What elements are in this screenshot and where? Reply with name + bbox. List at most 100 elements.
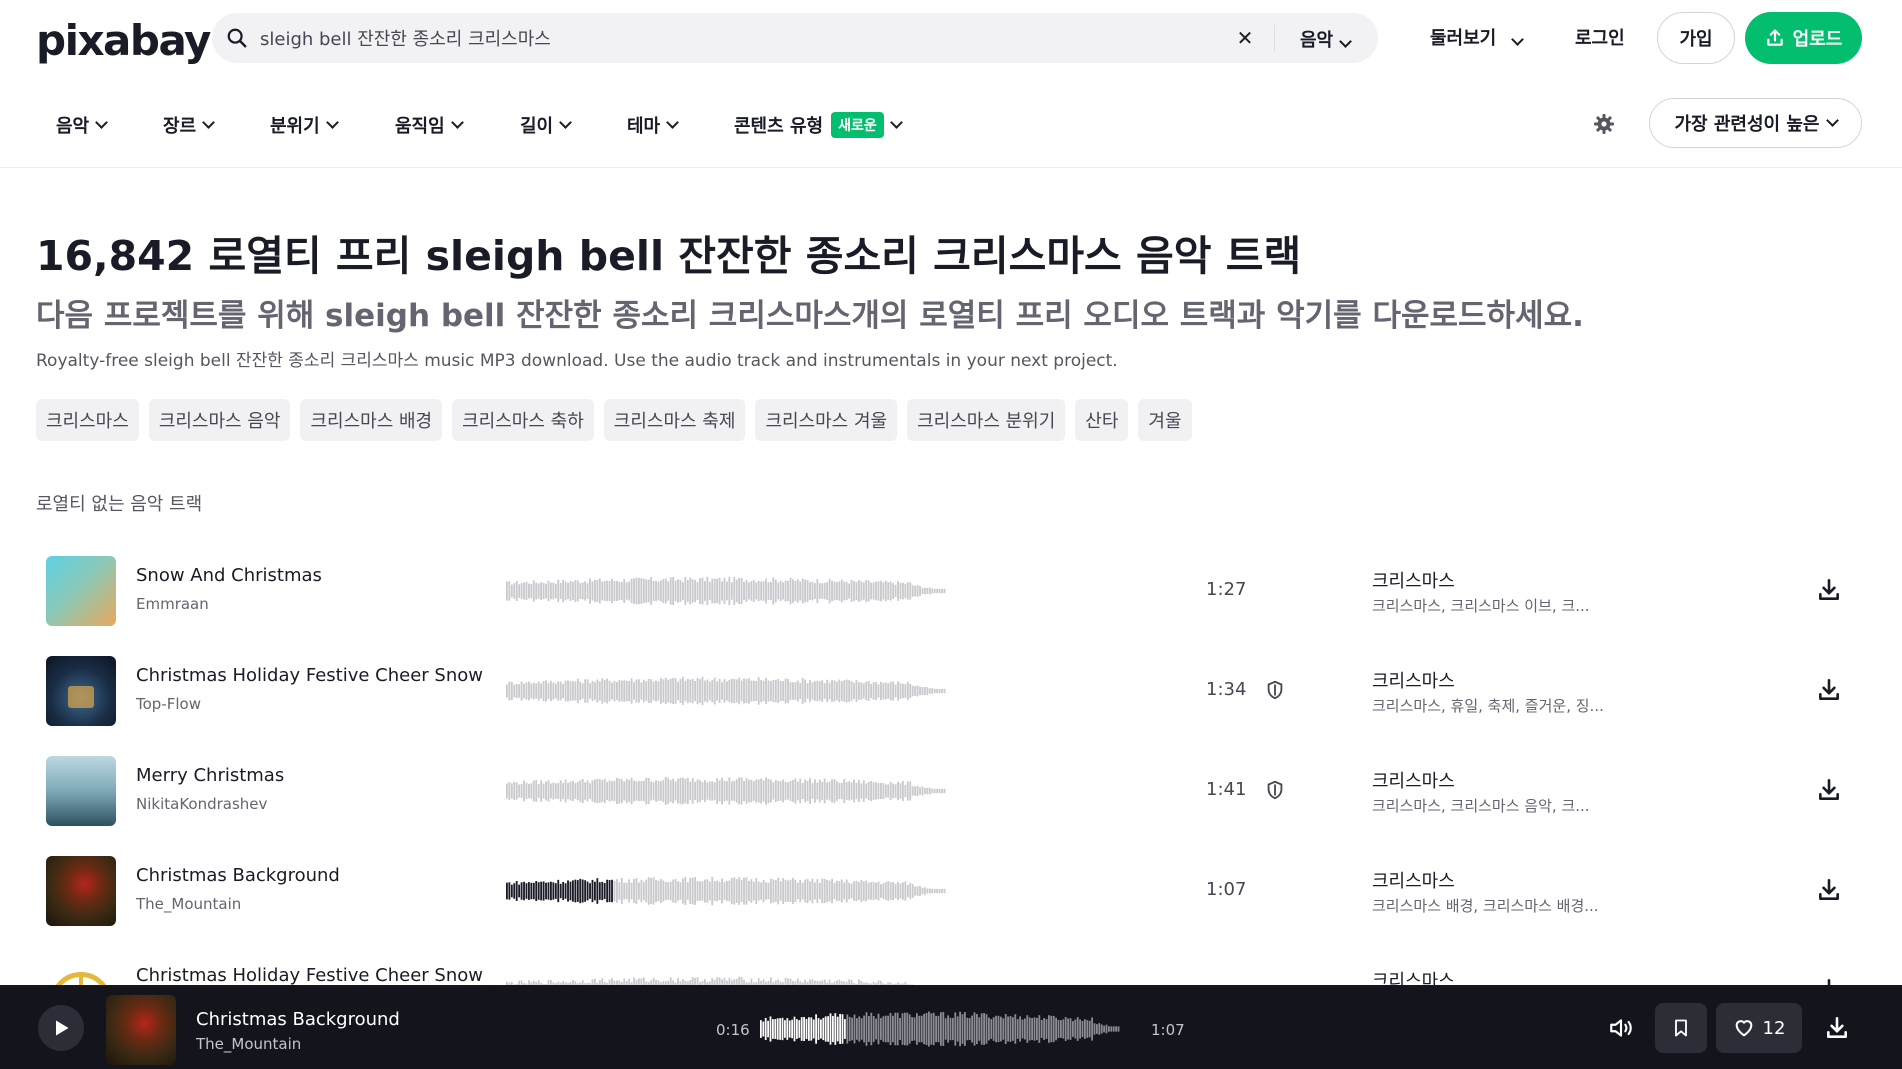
track-waveform[interactable] bbox=[506, 773, 946, 809]
waveform-bar bbox=[774, 1019, 777, 1039]
track-row[interactable]: Snow And Christmas Emmraan 1:27 크리스마스 크리… bbox=[36, 541, 1866, 641]
filter-music[interactable]: 음악 bbox=[56, 112, 108, 138]
waveform-bar bbox=[723, 780, 726, 802]
waveform-bar bbox=[862, 683, 865, 699]
tag-chip[interactable]: 크리스마스 음악 bbox=[148, 399, 291, 441]
download-icon[interactable] bbox=[1816, 577, 1842, 603]
sort-dropdown[interactable]: 가장 관련성이 높은 bbox=[1649, 98, 1862, 148]
waveform-bar bbox=[944, 1018, 947, 1040]
track-category[interactable]: 크리스마스 bbox=[1372, 867, 1455, 893]
waveform-bar bbox=[584, 880, 587, 902]
waveform-bar bbox=[865, 1012, 868, 1046]
waveform-bar bbox=[699, 780, 701, 802]
player-track-artist[interactable]: The_Mountain bbox=[196, 1035, 301, 1053]
download-icon[interactable] bbox=[1824, 1015, 1850, 1041]
play-button[interactable] bbox=[38, 1005, 84, 1051]
track-category[interactable]: 크리스마스 bbox=[1372, 667, 1455, 693]
waveform-bar bbox=[508, 882, 511, 900]
track-artist[interactable]: The_Mountain bbox=[136, 895, 241, 913]
waveform-bar bbox=[721, 581, 723, 601]
download-icon[interactable] bbox=[1816, 677, 1842, 703]
waveform-bar bbox=[623, 680, 626, 702]
waveform-bar bbox=[537, 681, 540, 701]
content-id-shield-icon[interactable] bbox=[1264, 779, 1286, 801]
waveform-bar bbox=[930, 1013, 933, 1045]
track-title[interactable]: Christmas Background bbox=[136, 865, 340, 886]
player-track-title[interactable]: Christmas Background bbox=[196, 1009, 400, 1030]
filter-mood[interactable]: 분위기 bbox=[270, 112, 339, 138]
waveform-bar bbox=[630, 678, 633, 704]
tag-chip[interactable]: 크리스마스 배경 bbox=[300, 399, 443, 441]
filter-theme[interactable]: 테마 bbox=[627, 112, 679, 138]
filter-content-type[interactable]: 콘텐츠 유형 새로운 bbox=[734, 112, 903, 138]
track-artist[interactable]: Emmraan bbox=[136, 595, 209, 613]
filter-length[interactable]: 길이 bbox=[520, 112, 572, 138]
track-thumbnail[interactable] bbox=[46, 756, 116, 826]
volume-icon[interactable] bbox=[1608, 1015, 1634, 1041]
filter-movement[interactable]: 움직임 bbox=[395, 112, 464, 138]
join-button[interactable]: 가입 bbox=[1657, 12, 1735, 64]
tag-chip[interactable]: 크리스마스 분위기 bbox=[907, 399, 1066, 441]
track-row[interactable]: Christmas Holiday Festive Cheer Snow Top… bbox=[36, 641, 1866, 741]
waveform-bar bbox=[826, 582, 829, 600]
track-waveform[interactable] bbox=[506, 673, 946, 709]
track-thumbnail[interactable] bbox=[46, 856, 116, 926]
gear-icon[interactable] bbox=[1592, 112, 1616, 136]
tag-chip[interactable]: 크리스마스 축하 bbox=[452, 399, 594, 441]
track-row[interactable]: Merry Christmas NikitaKondrashev 1:41 크리… bbox=[36, 741, 1866, 841]
track-title[interactable]: Snow And Christmas bbox=[136, 565, 322, 586]
tag-chip[interactable]: 산타 bbox=[1075, 399, 1129, 441]
waveform-bar bbox=[877, 684, 880, 698]
waveform-bar bbox=[616, 778, 618, 805]
waveform-bar bbox=[941, 788, 943, 794]
player-thumbnail[interactable] bbox=[106, 995, 176, 1065]
track-artist[interactable]: NikitaKondrashev bbox=[136, 795, 267, 813]
bookmark-button[interactable] bbox=[1655, 1003, 1707, 1053]
track-artist[interactable]: Top-Flow bbox=[136, 695, 201, 713]
waveform-bar bbox=[708, 781, 711, 801]
track-row[interactable]: Christmas Background The_Mountain 1:07 크… bbox=[36, 841, 1866, 941]
search-input[interactable] bbox=[260, 13, 1220, 63]
track-title[interactable]: Merry Christmas bbox=[136, 765, 284, 786]
tag-chip[interactable]: 겨울 bbox=[1138, 399, 1192, 441]
track-title[interactable]: Christmas Holiday Festive Cheer Snow bbox=[136, 965, 483, 986]
waveform-bar bbox=[928, 888, 931, 894]
waveform-bar bbox=[833, 882, 836, 900]
clear-search-icon[interactable]: ✕ bbox=[1232, 25, 1258, 51]
waveform-bar bbox=[832, 1015, 834, 1043]
tag-chip[interactable]: 크리스마스 축제 bbox=[603, 399, 746, 441]
download-icon[interactable] bbox=[1816, 877, 1842, 903]
track-title[interactable]: Christmas Holiday Festive Cheer Snow bbox=[136, 665, 483, 686]
waveform-bar bbox=[779, 1018, 781, 1040]
player-waveform[interactable] bbox=[760, 1007, 1120, 1051]
waveform-bar bbox=[796, 680, 799, 702]
download-icon[interactable] bbox=[1816, 777, 1842, 803]
track-thumbnail[interactable] bbox=[46, 556, 116, 626]
like-button[interactable]: 12 bbox=[1716, 1003, 1802, 1053]
waveform-bar bbox=[760, 1020, 762, 1038]
tag-chip[interactable]: 크리스마스 겨울 bbox=[755, 399, 898, 441]
upload-button[interactable]: 업로드 bbox=[1745, 12, 1862, 64]
tag-chip[interactable]: 크리스마스 bbox=[36, 399, 139, 441]
search-type-dropdown[interactable]: 음악 bbox=[1300, 26, 1352, 52]
waveform-bar bbox=[850, 579, 853, 603]
waveform-bar bbox=[667, 581, 670, 601]
explore-menu[interactable]: 둘러보기 bbox=[1430, 24, 1524, 50]
waveform-bar bbox=[973, 1012, 976, 1046]
waveform-bar bbox=[867, 681, 870, 701]
waveform-bar bbox=[623, 781, 626, 801]
track-category[interactable]: 크리스마스 bbox=[1372, 767, 1455, 793]
login-link[interactable]: 로그인 bbox=[1575, 24, 1625, 50]
track-category[interactable]: 크리스마스 bbox=[1372, 567, 1455, 593]
waveform-bar bbox=[611, 781, 613, 801]
content-id-shield-icon[interactable] bbox=[1264, 679, 1286, 701]
track-waveform[interactable] bbox=[506, 573, 946, 609]
waveform-bar bbox=[779, 881, 782, 901]
track-thumbnail[interactable] bbox=[46, 656, 116, 726]
pixabay-logo[interactable]: pixabay bbox=[36, 16, 211, 65]
waveform-bar bbox=[579, 780, 582, 802]
filter-genre[interactable]: 장르 bbox=[163, 112, 215, 138]
track-waveform[interactable] bbox=[506, 873, 946, 909]
waveform-bar bbox=[620, 581, 623, 601]
waveform-bar bbox=[576, 580, 579, 602]
